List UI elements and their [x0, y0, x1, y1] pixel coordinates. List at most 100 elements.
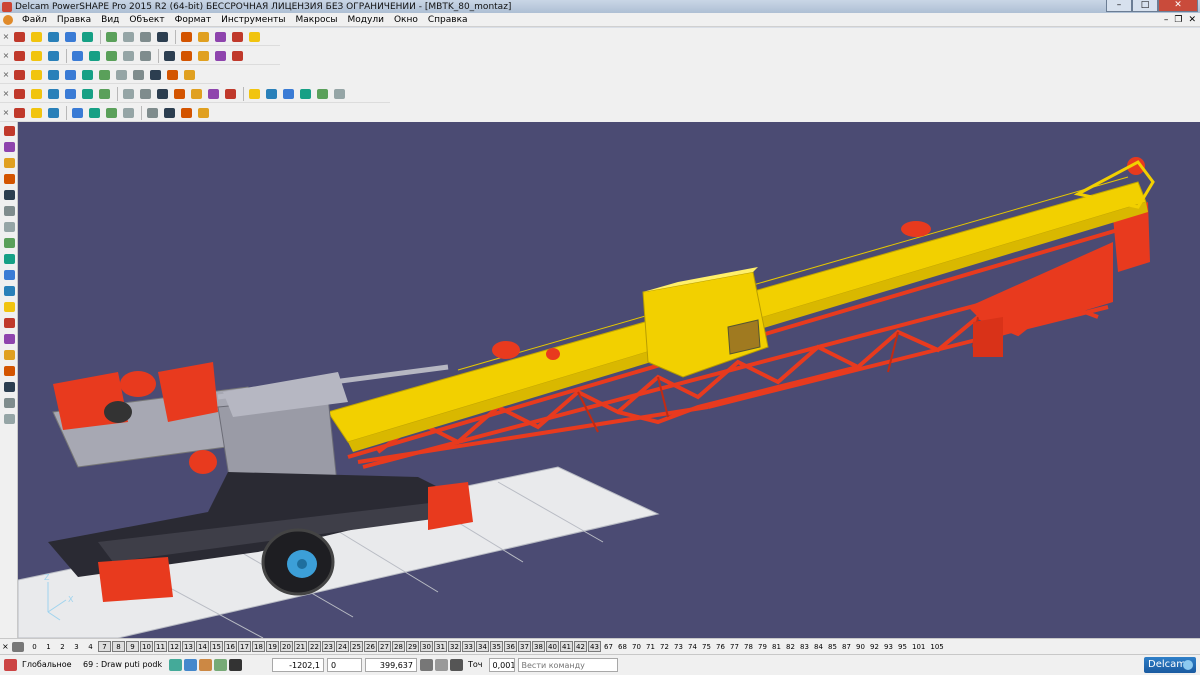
menu-modules[interactable]: Модули: [343, 15, 389, 25]
level-button-81[interactable]: 81: [770, 641, 783, 652]
selection-tool-icon[interactable]: [63, 87, 78, 101]
level-button-8[interactable]: 8: [112, 641, 125, 652]
workplane-tool-icon[interactable]: [87, 106, 102, 120]
level-button-74[interactable]: 74: [686, 641, 699, 652]
level-button-90[interactable]: 90: [854, 641, 867, 652]
workplane-tool-icon[interactable]: [196, 106, 211, 120]
create-object-icon[interactable]: [2, 252, 17, 266]
level-button-36[interactable]: 36: [504, 641, 517, 652]
workplane-tool-icon[interactable]: [70, 106, 85, 120]
level-button-13[interactable]: 13: [182, 641, 195, 652]
level-button-78[interactable]: 78: [742, 641, 755, 652]
level-button-38[interactable]: 38: [532, 641, 545, 652]
level-button-95[interactable]: 95: [896, 641, 909, 652]
level-button-34[interactable]: 34: [476, 641, 489, 652]
tolerance-value[interactable]: 0,001: [488, 658, 515, 672]
shading-tool-icon[interactable]: [12, 68, 27, 82]
create-object-icon[interactable]: [2, 380, 17, 394]
create-object-icon[interactable]: [2, 284, 17, 298]
level-button-14[interactable]: 14: [196, 641, 209, 652]
level-button-72[interactable]: 72: [658, 641, 671, 652]
main-tool-icon[interactable]: [63, 30, 78, 44]
menu-view[interactable]: Вид: [96, 15, 124, 25]
level-button-12[interactable]: 12: [168, 641, 181, 652]
main-tool-icon[interactable]: [155, 30, 170, 44]
measure-icon[interactable]: [435, 659, 448, 671]
view-tool-icon[interactable]: [29, 49, 44, 63]
menu-file[interactable]: Файл: [17, 15, 52, 25]
main-tool-icon[interactable]: [46, 30, 61, 44]
level-button-7[interactable]: 7: [98, 641, 111, 652]
level-button-35[interactable]: 35: [490, 641, 503, 652]
grid-icon[interactable]: [229, 659, 242, 671]
shading-tool-icon[interactable]: [80, 68, 95, 82]
level-button-31[interactable]: 31: [434, 641, 447, 652]
level-button-79[interactable]: 79: [756, 641, 769, 652]
selection-tool-icon[interactable]: [121, 87, 136, 101]
menu-window[interactable]: Окно: [389, 15, 423, 25]
selection-tool-icon[interactable]: [223, 87, 238, 101]
main-tool-icon[interactable]: [121, 30, 136, 44]
menu-tools[interactable]: Инструменты: [216, 15, 290, 25]
menu-macros[interactable]: Макросы: [291, 15, 343, 25]
minimize-button[interactable]: –: [1106, 0, 1132, 12]
level-button-10[interactable]: 10: [140, 641, 153, 652]
level-button-17[interactable]: 17: [238, 641, 251, 652]
view-tool-icon[interactable]: [12, 49, 27, 63]
main-tool-icon[interactable]: [138, 30, 153, 44]
level-button-40[interactable]: 40: [546, 641, 559, 652]
level-button-22[interactable]: 22: [308, 641, 321, 652]
levels-menu-icon[interactable]: [12, 641, 24, 652]
doc-close-button[interactable]: ✕: [1188, 15, 1196, 25]
create-object-icon[interactable]: [2, 348, 17, 362]
workplane-tool-icon[interactable]: [162, 106, 177, 120]
principal-plane-icon[interactable]: [199, 659, 212, 671]
create-object-icon[interactable]: [2, 300, 17, 314]
selection-tool-icon[interactable]: [172, 87, 187, 101]
shading-tool-icon[interactable]: [63, 68, 78, 82]
settings-icon[interactable]: [450, 659, 463, 671]
level-button-71[interactable]: 71: [644, 641, 657, 652]
create-object-icon[interactable]: [2, 124, 17, 138]
create-object-icon[interactable]: [2, 204, 17, 218]
level-button-28[interactable]: 28: [392, 641, 405, 652]
main-tool-icon[interactable]: [179, 30, 194, 44]
view-tool-icon[interactable]: [179, 49, 194, 63]
snap-icon[interactable]: [169, 659, 182, 671]
level-button-77[interactable]: 77: [728, 641, 741, 652]
level-button-37[interactable]: 37: [518, 641, 531, 652]
view-tool-icon[interactable]: [230, 49, 245, 63]
level-button-70[interactable]: 70: [630, 641, 643, 652]
selection-tool-icon[interactable]: [332, 87, 347, 101]
main-tool-icon[interactable]: [230, 30, 245, 44]
level-button-25[interactable]: 25: [350, 641, 363, 652]
level-button-26[interactable]: 26: [364, 641, 377, 652]
create-object-icon[interactable]: [2, 412, 17, 426]
menu-edit[interactable]: Правка: [52, 15, 96, 25]
shading-tool-icon[interactable]: [29, 68, 44, 82]
level-button-33[interactable]: 33: [462, 641, 475, 652]
level-button-68[interactable]: 68: [616, 641, 629, 652]
selection-tool-icon[interactable]: [46, 87, 61, 101]
selection-tool-icon[interactable]: [298, 87, 313, 101]
workplane-select[interactable]: Глобальное: [19, 658, 77, 672]
workplane-tool-icon[interactable]: [104, 106, 119, 120]
shading-tool-icon[interactable]: [97, 68, 112, 82]
level-button-0[interactable]: 0: [28, 641, 41, 652]
view-tool-icon[interactable]: [138, 49, 153, 63]
selection-tool-icon[interactable]: [247, 87, 262, 101]
doc-restore-button[interactable]: ❐: [1174, 15, 1182, 25]
level-button-15[interactable]: 15: [210, 641, 223, 652]
level-button-30[interactable]: 30: [420, 641, 433, 652]
level-button-92[interactable]: 92: [868, 641, 881, 652]
maximize-button[interactable]: □: [1132, 0, 1158, 12]
main-tool-icon[interactable]: [29, 30, 44, 44]
selection-tool-icon[interactable]: [80, 87, 95, 101]
document-icon[interactable]: [3, 14, 13, 25]
view-tool-icon[interactable]: [104, 49, 119, 63]
main-tool-icon[interactable]: [104, 30, 119, 44]
selection-tool-icon[interactable]: [206, 87, 221, 101]
level-button-23[interactable]: 23: [322, 641, 335, 652]
create-object-icon[interactable]: [2, 156, 17, 170]
level-button-21[interactable]: 21: [294, 641, 307, 652]
